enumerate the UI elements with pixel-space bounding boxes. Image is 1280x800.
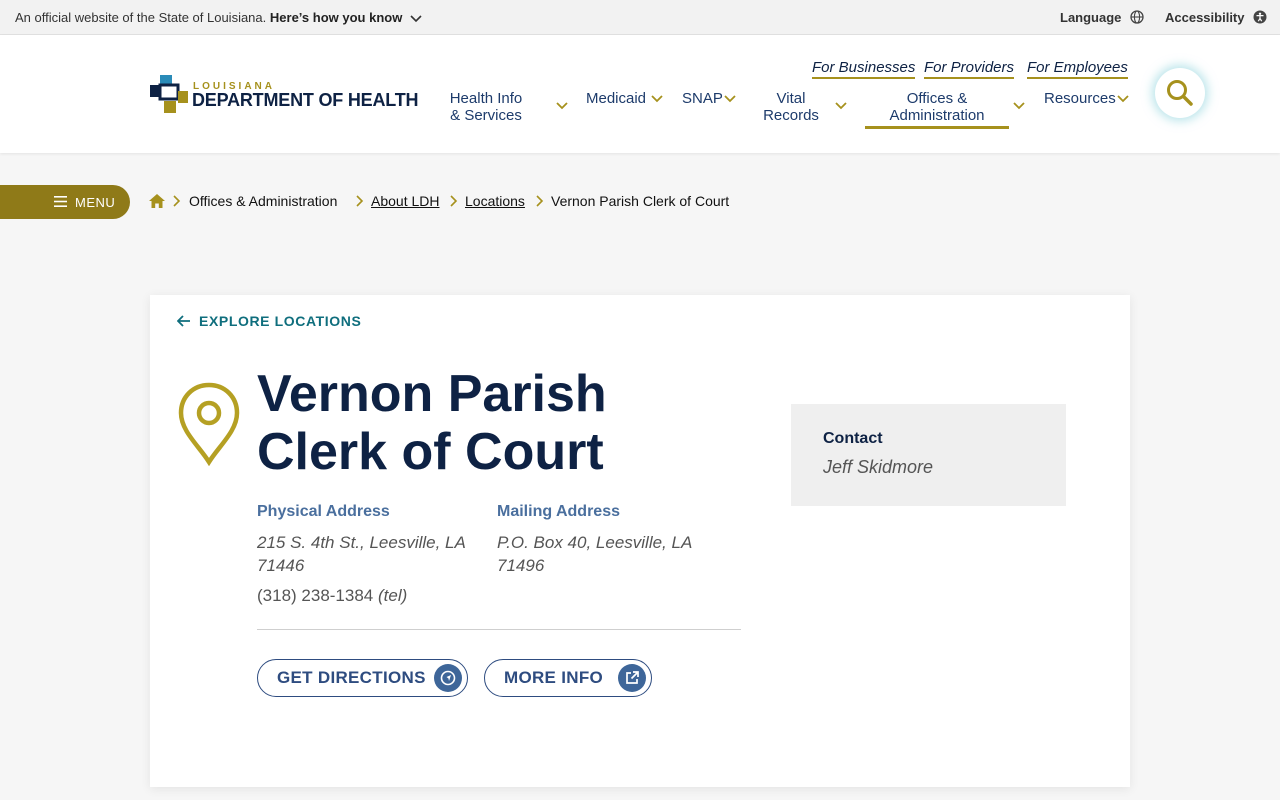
nav-health-info-line2: & Services [450, 107, 522, 124]
nav-medicaid[interactable]: Medicaid [586, 90, 663, 107]
physical-address: 215 S. 4th St., Leesville, LA 71446 [257, 531, 472, 577]
accessibility-icon [1253, 10, 1267, 27]
title-line1: Vernon Parish [257, 365, 607, 423]
nav-snap-label: SNAP [682, 90, 723, 107]
chevron-right-icon [450, 195, 458, 207]
directions-icon [434, 664, 462, 692]
ldh-logo[interactable]: LOUISIANA DEPARTMENT OF HEALTH [150, 75, 420, 115]
nav-vital-line1: Vital [776, 90, 806, 107]
nav-resources-label: Resources [1044, 90, 1116, 107]
breadcrumb-current: Vernon Parish Clerk of Court [551, 193, 730, 209]
page-title: Vernon Parish Clerk of Court [257, 365, 677, 481]
physical-address-line2: 71446 [257, 556, 305, 575]
hamburger-icon [54, 196, 67, 207]
mailing-address-line2: 71496 [497, 556, 545, 575]
contact-name: Jeff Skidmore [823, 457, 934, 477]
nav-offices-administration[interactable]: Offices & Administration [865, 90, 1025, 129]
language-button[interactable]: Language [1060, 10, 1144, 27]
get-directions-label: GET DIRECTIONS [277, 668, 426, 687]
more-info-button[interactable]: MORE INFO [484, 659, 652, 697]
menu-label: MENU [75, 195, 116, 210]
chevron-down-icon [835, 102, 847, 110]
chevron-down-icon [556, 102, 568, 110]
breadcrumb-offices[interactable]: Offices & Administration [189, 193, 337, 209]
nav-snap[interactable]: SNAP [682, 90, 736, 107]
contact-box: Contact Jeff Skidmore [791, 404, 1066, 506]
chevron-right-icon [536, 195, 544, 207]
official-notice: An official website of the State of Loui… [15, 10, 422, 26]
external-link-icon [618, 664, 646, 692]
mailing-address-label: Mailing Address [497, 503, 620, 520]
home-icon[interactable] [148, 193, 166, 209]
chevron-down-icon [1013, 102, 1025, 110]
phone-number[interactable]: (318) 238-1384 (tel) [257, 586, 407, 606]
map-pin-icon [178, 382, 240, 466]
nav-health-info[interactable]: Health Info & Services [446, 90, 568, 124]
mailing-address: P.O. Box 40, Leesville, LA 71496 [497, 531, 712, 577]
official-text: An official website of the State of Loui… [15, 10, 267, 25]
get-directions-button[interactable]: GET DIRECTIONS [257, 659, 468, 697]
more-info-label: MORE INFO [504, 668, 604, 687]
accessibility-button[interactable]: Accessibility [1165, 10, 1267, 27]
nav-offices-line2: Administration [889, 107, 985, 124]
search-icon [1167, 80, 1193, 106]
globe-icon [1130, 10, 1144, 27]
phone-value: (318) 238-1384 [257, 586, 374, 605]
for-employees-link[interactable]: For Employees [1027, 59, 1128, 79]
chevron-down-icon [724, 95, 736, 103]
phone-type: (tel) [378, 586, 408, 605]
nav-offices-line1: Offices & [906, 90, 968, 107]
for-businesses-link[interactable]: For Businesses [812, 59, 916, 79]
breadcrumb-locations[interactable]: Locations [465, 193, 525, 209]
chevron-down-icon [1117, 95, 1129, 103]
title-line2: Clerk of Court [257, 423, 604, 481]
physical-address-line1: 215 S. 4th St., Leesville, LA [257, 533, 466, 552]
logo-department: DEPARTMENT OF HEALTH [192, 90, 419, 110]
nav-resources[interactable]: Resources [1044, 90, 1129, 107]
physical-address-label: Physical Address [257, 503, 390, 520]
accessibility-label: Accessibility [1165, 10, 1245, 25]
language-label: Language [1060, 10, 1122, 25]
nav-health-info-line1: Health Info [449, 90, 523, 107]
chevron-right-icon [356, 195, 364, 207]
logo-cross-icon [150, 75, 188, 113]
location-card: EXPLORE LOCATIONS Vernon Parish Clerk of… [150, 295, 1130, 787]
menu-button[interactable]: MENU [0, 185, 130, 219]
chevron-right-icon [173, 195, 181, 207]
search-button[interactable] [1155, 68, 1205, 118]
nav-vital-line2: Records [763, 107, 819, 124]
chevron-down-icon [651, 95, 663, 103]
nav-vital-records[interactable]: Vital Records [761, 90, 847, 124]
for-providers-link[interactable]: For Providers [924, 59, 1015, 79]
official-banner: An official website of the State of Loui… [0, 0, 1280, 35]
contact-label: Contact [823, 430, 883, 447]
how-you-know-link[interactable]: Here’s how you know [270, 10, 402, 25]
mailing-address-line1: P.O. Box 40, Leesville, LA [497, 533, 693, 552]
site-header: LOUISIANA DEPARTMENT OF HEALTH For Busin… [0, 35, 1280, 153]
chevron-down-icon[interactable] [410, 11, 422, 26]
nav-medicaid-label: Medicaid [586, 90, 647, 107]
explore-locations-label: EXPLORE LOCATIONS [199, 313, 362, 329]
divider [257, 629, 741, 630]
breadcrumb-about-ldh[interactable]: About LDH [371, 193, 439, 209]
arrow-left-icon [177, 315, 190, 327]
